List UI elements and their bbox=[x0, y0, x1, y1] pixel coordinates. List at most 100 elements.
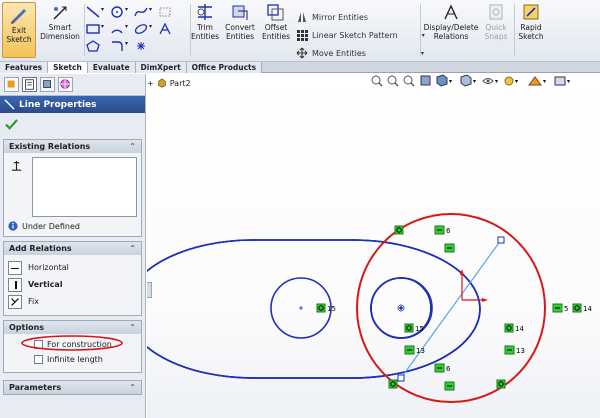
collapse-chevron-icon[interactable]: ⌃ bbox=[129, 383, 136, 392]
ribbon-separator bbox=[420, 4, 421, 56]
convert-entities-button[interactable]: Convert Entities bbox=[222, 3, 258, 41]
dropdown-arrow-icon[interactable]: ▾ bbox=[149, 23, 152, 30]
smart-dimension-button[interactable]: Smart Dimension bbox=[40, 3, 80, 41]
plane-tool-icon[interactable] bbox=[158, 6, 172, 18]
relation-tags: 6 15 15 13 6 13 14 5 14 bbox=[316, 225, 592, 391]
quick-snaps-label: Quick Snaps bbox=[484, 23, 508, 41]
relation-fix[interactable]: Fix bbox=[8, 293, 137, 310]
section-header[interactable]: Options ⌃ bbox=[4, 321, 141, 334]
circle-tool-icon[interactable] bbox=[110, 6, 124, 18]
display-manager-tab[interactable] bbox=[58, 77, 73, 92]
ellipse-tool-icon[interactable] bbox=[134, 23, 148, 35]
pattern-tools-list: Mirror Entities Linear Sketch Pattern ▾ … bbox=[296, 8, 425, 62]
relation-tag[interactable]: 15 bbox=[316, 303, 336, 313]
panel-collapse-handle[interactable] bbox=[147, 282, 152, 298]
fix-icon bbox=[8, 294, 22, 309]
svg-text:14: 14 bbox=[515, 325, 524, 333]
collapse-chevron-icon[interactable]: ⌃ bbox=[129, 244, 136, 253]
collapse-chevron-icon[interactable]: ⌃ bbox=[129, 142, 136, 151]
svg-text:5: 5 bbox=[564, 305, 568, 313]
sketch-entity-tools: ▾ ▾ ▾ ▾ ▾ ▾ ▾ bbox=[86, 6, 186, 56]
relation-tag[interactable]: 14 bbox=[504, 323, 524, 333]
dropdown-arrow-icon[interactable]: ▾ bbox=[101, 23, 104, 30]
relation-tag[interactable]: 13 bbox=[504, 345, 525, 355]
section-title: Parameters bbox=[9, 383, 62, 392]
relation-tag[interactable]: 15 bbox=[404, 323, 424, 333]
relation-tag[interactable] bbox=[496, 379, 506, 389]
section-title: Existing Relations bbox=[9, 142, 91, 151]
section-header[interactable]: Existing Relations ⌃ bbox=[4, 140, 141, 153]
relation-tag[interactable]: 6 bbox=[434, 363, 451, 373]
dropdown-arrow-icon[interactable]: ▾ bbox=[125, 6, 128, 13]
tab-sketch[interactable]: Sketch bbox=[48, 62, 88, 73]
horizontal-icon bbox=[8, 260, 22, 275]
relation-tag[interactable] bbox=[444, 243, 455, 253]
relation-tag[interactable]: 13 bbox=[404, 345, 425, 355]
polygon-tool-icon[interactable] bbox=[86, 40, 100, 52]
exit-sketch-icon bbox=[11, 9, 26, 24]
tab-dimxpert[interactable]: DimXpert bbox=[135, 62, 187, 73]
ok-row bbox=[0, 113, 145, 135]
svg-text:14: 14 bbox=[583, 305, 592, 313]
svg-text:6: 6 bbox=[446, 227, 451, 235]
line-tool-icon[interactable] bbox=[86, 6, 100, 18]
exit-sketch-button[interactable]: Exit Sketch bbox=[2, 2, 36, 58]
command-manager-ribbon: Exit Sketch Smart Dimension ▾ ▾ ▾ ▾ ▾ ▾ … bbox=[0, 0, 600, 62]
relation-tag[interactable]: 14 bbox=[572, 303, 592, 313]
quick-snaps-button[interactable]: Quick Snaps bbox=[482, 3, 510, 41]
feature-manager-tab[interactable] bbox=[4, 77, 19, 92]
property-manager-tab[interactable] bbox=[22, 77, 37, 92]
linear-sketch-pattern-button[interactable]: Linear Sketch Pattern ▾ bbox=[296, 26, 425, 44]
section-title: Add Relations bbox=[9, 244, 72, 253]
fillet-tool-icon[interactable] bbox=[110, 40, 124, 52]
svg-text:15: 15 bbox=[327, 305, 336, 313]
tab-evaluate[interactable]: Evaluate bbox=[87, 62, 136, 73]
relation-label: Horizontal bbox=[28, 263, 69, 272]
convert-entities-label: Convert Entities bbox=[225, 23, 255, 41]
graphics-area[interactable]: + Part2 ▾ ▾ ▾ ▾ ▾ ▾ 6 15 15 13 6 13 14 5… bbox=[147, 74, 600, 418]
relation-tag[interactable] bbox=[444, 381, 455, 391]
rectangle-tool-icon[interactable] bbox=[86, 23, 100, 35]
dropdown-arrow-icon[interactable]: ▾ bbox=[101, 6, 104, 13]
tab-office-products[interactable]: Office Products bbox=[186, 62, 263, 73]
move-entities-button[interactable]: Move Entities ▾ bbox=[296, 44, 425, 62]
existing-relations-list[interactable] bbox=[32, 157, 137, 217]
relation-label: Fix bbox=[28, 297, 39, 306]
relation-tag[interactable]: 5 bbox=[552, 303, 568, 313]
section-header[interactable]: Parameters ⌃ bbox=[4, 381, 141, 394]
section-header[interactable]: Add Relations ⌃ bbox=[4, 242, 141, 255]
property-title-bar: Line Properties bbox=[0, 96, 145, 113]
exit-sketch-label: Exit Sketch bbox=[6, 26, 32, 44]
dropdown-arrow-icon[interactable]: ▾ bbox=[421, 50, 424, 57]
trim-entities-icon bbox=[197, 4, 212, 20]
tab-features[interactable]: Features bbox=[0, 62, 49, 73]
linear-pattern-icon bbox=[297, 30, 308, 41]
configuration-manager-tab[interactable] bbox=[40, 77, 55, 92]
relation-tag[interactable]: 6 bbox=[434, 225, 451, 235]
spline-tool-icon[interactable] bbox=[134, 6, 148, 18]
mirror-entities-button[interactable]: Mirror Entities bbox=[296, 8, 425, 26]
text-tool-icon[interactable] bbox=[158, 23, 172, 35]
relation-horizontal[interactable]: Horizontal bbox=[8, 259, 137, 276]
relation-vertical[interactable]: Vertical bbox=[8, 276, 137, 293]
relation-tag[interactable] bbox=[394, 225, 404, 235]
collapse-chevron-icon[interactable]: ⌃ bbox=[129, 323, 136, 332]
dropdown-arrow-icon[interactable]: ▾ bbox=[125, 40, 128, 47]
arc-tool-icon[interactable] bbox=[110, 23, 124, 35]
display-delete-relations-button[interactable]: Display/Delete Relations bbox=[424, 3, 478, 41]
offset-entities-button[interactable]: Offset Entities bbox=[260, 3, 292, 41]
ribbon-separator bbox=[514, 4, 515, 56]
dropdown-arrow-icon[interactable]: ▾ bbox=[125, 23, 128, 30]
relation-tag[interactable] bbox=[388, 379, 398, 389]
options-section: Options ⌃ For construction Infinite leng… bbox=[3, 320, 142, 373]
ok-checkmark-icon[interactable] bbox=[5, 118, 18, 131]
checkbox-box[interactable] bbox=[34, 355, 43, 364]
svg-text:6: 6 bbox=[446, 365, 451, 373]
infinite-length-checkbox[interactable]: Infinite length bbox=[34, 352, 137, 367]
page-title: Line Properties bbox=[19, 99, 97, 110]
rapid-sketch-button[interactable]: Rapid Sketch bbox=[516, 3, 546, 41]
section-title: Options bbox=[9, 323, 45, 332]
point-tool-icon[interactable] bbox=[134, 40, 148, 52]
dropdown-arrow-icon[interactable]: ▾ bbox=[149, 6, 152, 13]
trim-entities-button[interactable]: Trim Entities bbox=[191, 3, 219, 41]
